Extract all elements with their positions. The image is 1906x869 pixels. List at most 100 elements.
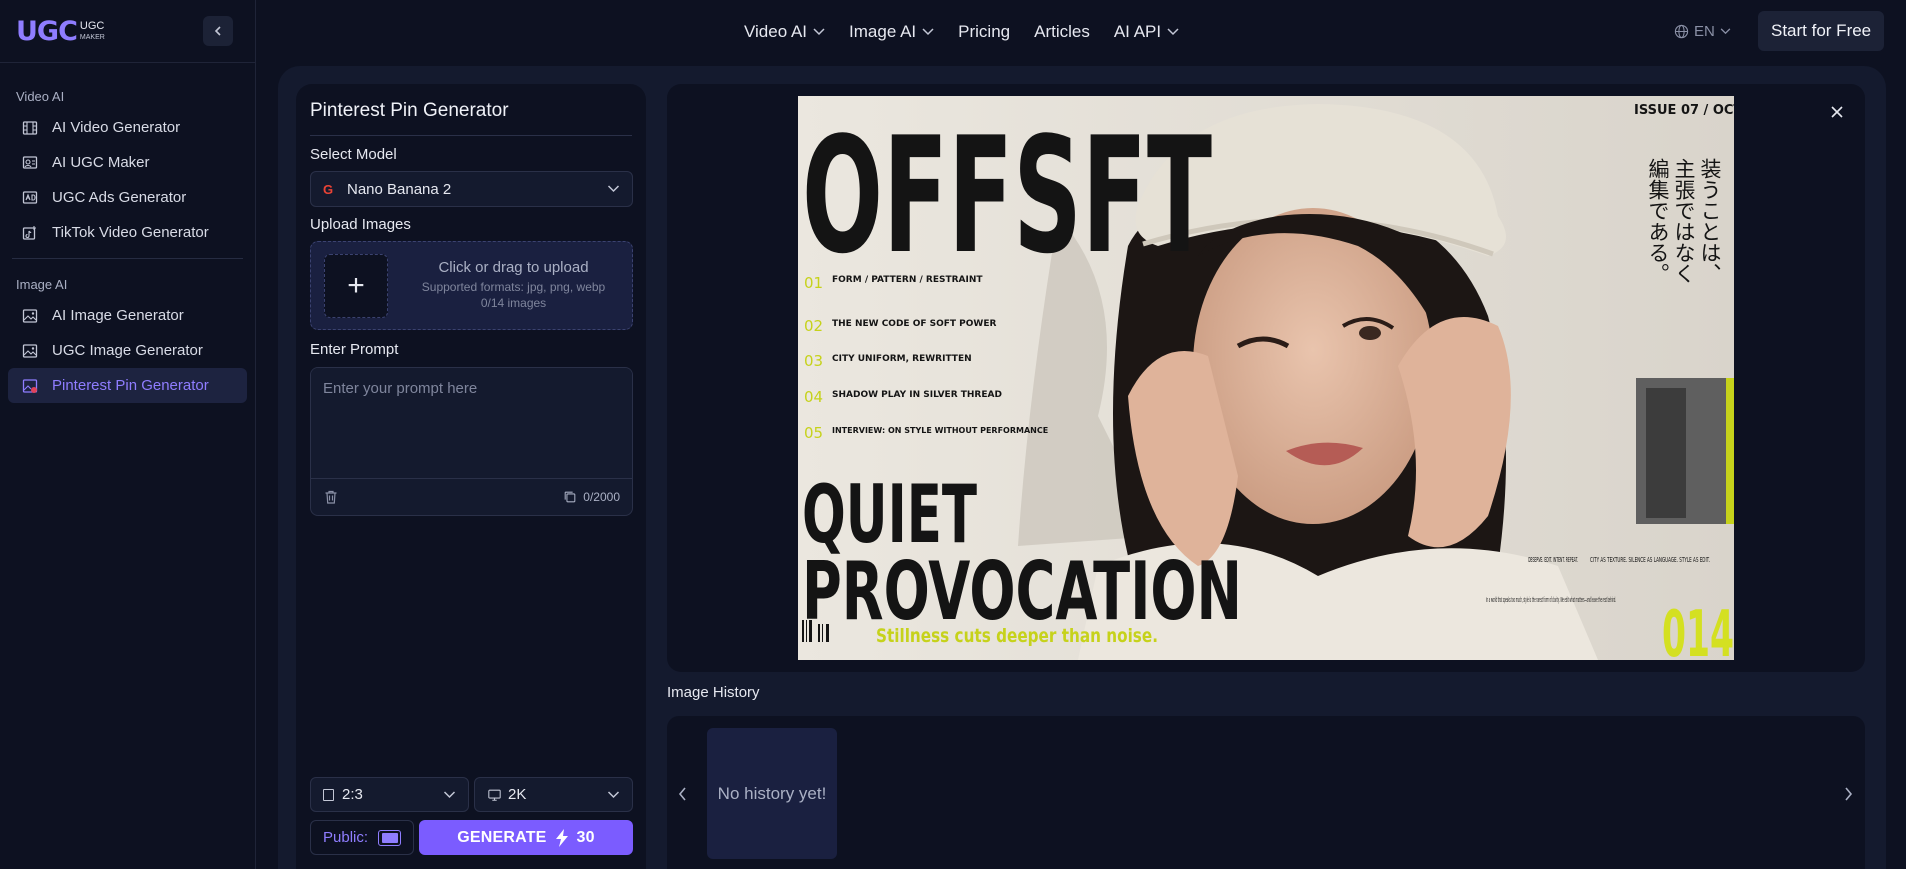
sidebar-section-video-ai: Video AI [16, 89, 65, 104]
cover-list-num: 02 [804, 317, 823, 335]
cover-tagline: Stillness cuts deeper than noise. [876, 625, 1158, 647]
nav-label: Image AI [849, 21, 917, 41]
upload-text: Click or drag to upload [438, 259, 589, 276]
enter-prompt-label: Enter Prompt [310, 341, 399, 358]
plus-icon[interactable]: + [324, 254, 388, 318]
generated-image[interactable]: OFFSFT ISSUE 07 / OCT 2025 装うことは、 主張ではなく… [798, 96, 1734, 660]
cover-jp-col2: 主張ではなく [1672, 158, 1696, 284]
sidebar-item-label: TikTok Video Generator [52, 224, 209, 241]
image-history-strip [667, 716, 1865, 869]
upload-dropzone[interactable]: + Click or drag to upload Supported form… [310, 241, 633, 330]
aspect-ratio-icon [323, 788, 334, 801]
chevron-left-icon [678, 787, 686, 801]
nav-label: Pricing [958, 21, 1011, 41]
trash-icon[interactable] [323, 489, 339, 505]
history-empty-card: No history yet! [707, 728, 837, 859]
pinterest-image-icon [22, 378, 38, 394]
sidebar-item-ugc-ads-generator[interactable]: UGC Ads Generator [8, 180, 247, 215]
brand-line1: UGC [79, 20, 105, 32]
sidebar-item-label: UGC Image Generator [52, 342, 203, 359]
prompt-counter: 0/2000 [563, 490, 620, 504]
prompt-box: 0/2000 [310, 367, 633, 516]
panel-title: Pinterest Pin Generator [310, 100, 509, 121]
chevron-right-icon [1844, 787, 1852, 801]
cover-list-num: 03 [804, 352, 823, 370]
ads-icon [22, 190, 38, 206]
sidebar-item-pinterest-pin-generator[interactable]: Pinterest Pin Generator [8, 368, 247, 403]
sidebar-divider [12, 258, 243, 259]
public-label: Public: [323, 829, 369, 846]
sidebar-item-label: AI UGC Maker [52, 154, 150, 171]
model-select[interactable]: G Nano Banana 2 [310, 171, 633, 207]
cover-list-num: 05 [804, 424, 823, 442]
chevron-down-icon [1720, 28, 1731, 35]
chevron-down-icon [922, 27, 934, 35]
brand-logo[interactable]: UGC [16, 16, 78, 47]
cover-small3: In a world that speaks too much, style i… [1486, 596, 1616, 604]
nav-label: Articles [1034, 21, 1090, 41]
sidebar: UGC UGC MAKER Video AI AI Video Generato… [0, 0, 256, 869]
cover-jp-col3: 編集である。 [1646, 158, 1670, 284]
cover-list-num: 04 [804, 388, 823, 406]
select-model-label: Select Model [310, 146, 397, 163]
generate-button[interactable]: GENERATE 30 [419, 820, 633, 855]
copy-icon[interactable] [563, 490, 577, 504]
history-prev-button[interactable] [672, 782, 692, 806]
aspect-ratio-value: 2:3 [342, 786, 363, 803]
sidebar-section-image-ai: Image AI [16, 277, 68, 292]
sidebar-item-label: UGC Ads Generator [52, 189, 187, 206]
sidebar-item-label: AI Image Generator [52, 307, 184, 324]
image-history-label: Image History [667, 684, 760, 701]
cover-number: 014 [1662, 598, 1734, 660]
nav-ai-api[interactable]: AI API [1114, 22, 1179, 42]
user-video-icon [22, 155, 38, 171]
sidebar-item-label: Pinterest Pin Generator [52, 377, 209, 394]
nav-label: Video AI [744, 21, 808, 41]
cover-masthead: OFFSFT [802, 102, 1212, 289]
magazine-cover-art: OFFSFT ISSUE 07 / OCT 2025 装うことは、 主張ではなく… [798, 96, 1734, 660]
upload-count: 0/14 images [480, 296, 547, 310]
language-label: EN [1694, 23, 1715, 40]
cover-list-text: INTERVIEW: ON STYLE WITHOUT PERFORMANCE [832, 426, 1048, 435]
chevron-left-icon [214, 26, 221, 36]
main-nav: Video AI Image AI Pricing Articles AI AP… [744, 22, 1179, 42]
resolution-select[interactable]: 2K [474, 777, 633, 812]
sidebar-item-ai-video-generator[interactable]: AI Video Generator [8, 110, 247, 145]
generate-label: GENERATE [457, 828, 547, 846]
upload-instructions: Click or drag to upload Supported format… [401, 259, 626, 310]
image-icon [22, 343, 38, 359]
history-next-button[interactable] [1838, 782, 1858, 806]
nav-video-ai[interactable]: Video AI [744, 22, 825, 42]
cover-jp-col1: 装うことは、 [1698, 158, 1722, 284]
aspect-ratio-select[interactable]: 2:3 [310, 777, 469, 812]
language-selector[interactable]: EN [1674, 23, 1731, 40]
image-icon [22, 308, 38, 324]
chevron-down-icon [813, 27, 825, 35]
public-toggle[interactable] [378, 829, 401, 846]
close-preview-button[interactable] [1826, 101, 1848, 123]
globe-icon [1674, 24, 1689, 39]
upload-images-label: Upload Images [310, 216, 411, 233]
cover-small1: OBSERVE. EDIT. INTENT. REPEAT. [1528, 556, 1578, 564]
film-icon [22, 120, 38, 136]
close-icon [1831, 106, 1843, 118]
nav-articles[interactable]: Articles [1034, 22, 1090, 42]
cover-list-text: SHADOW PLAY IN SILVER THREAD [832, 390, 1002, 400]
prompt-footer: 0/2000 [311, 478, 632, 515]
prompt-char-count: 0/2000 [583, 490, 620, 504]
prompt-input[interactable] [311, 368, 632, 479]
sidebar-item-ai-image-generator[interactable]: AI Image Generator [8, 298, 247, 333]
sidebar-item-ugc-image-generator[interactable]: UGC Image Generator [8, 333, 247, 368]
nav-image-ai[interactable]: Image AI [849, 22, 934, 42]
resolution-value: 2K [508, 786, 527, 803]
sidebar-collapse-button[interactable] [203, 16, 233, 46]
logo-row: UGC UGC MAKER [0, 0, 255, 63]
chevron-down-icon [443, 790, 456, 799]
start-for-free-button[interactable]: Start for Free [1758, 11, 1885, 51]
sidebar-item-ai-ugc-maker[interactable]: AI UGC Maker [8, 145, 247, 180]
sidebar-item-label: AI Video Generator [52, 119, 181, 136]
generate-cost: 30 [576, 828, 595, 846]
sidebar-item-tiktok-video-generator[interactable]: TikTok Video Generator [8, 215, 247, 250]
cover-list-text: THE NEW CODE OF SOFT POWER [832, 319, 997, 329]
nav-pricing[interactable]: Pricing [958, 22, 1010, 42]
